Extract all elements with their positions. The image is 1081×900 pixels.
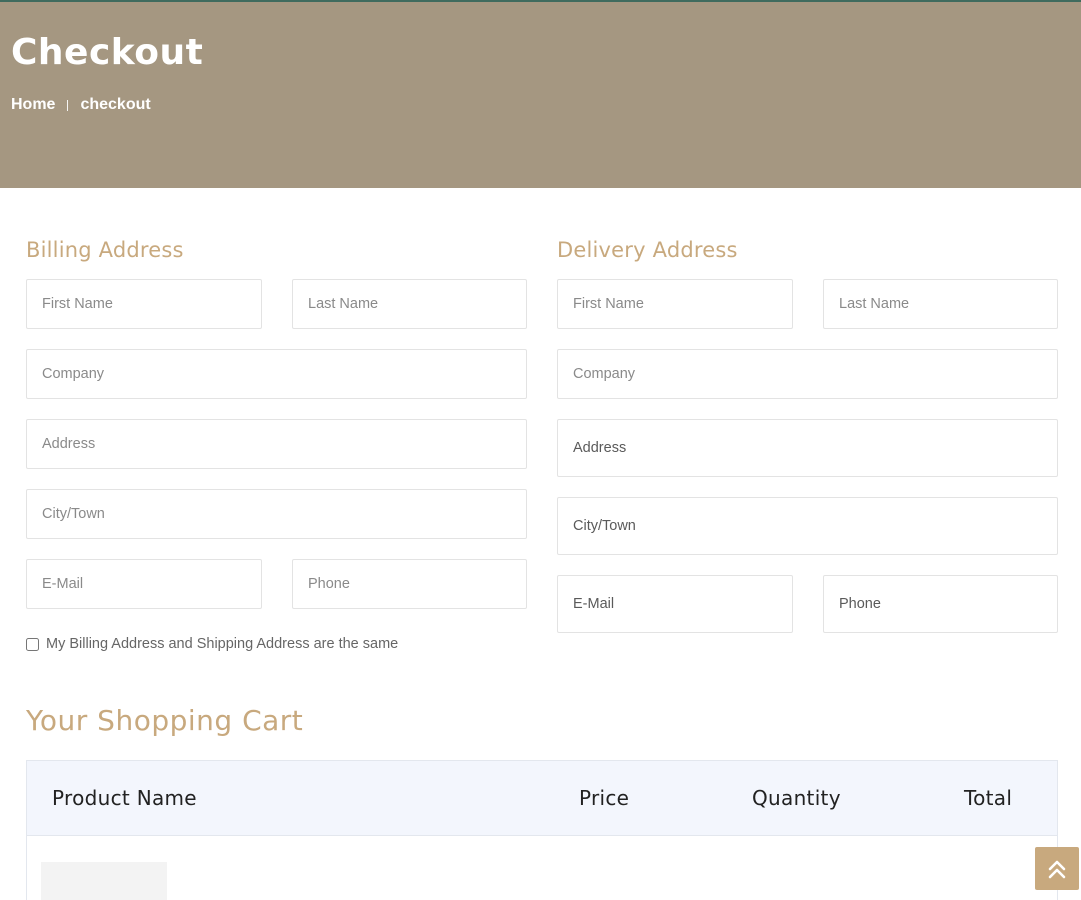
column-header-quantity: Quantity: [752, 786, 841, 810]
delivery-city-input[interactable]: [557, 497, 1058, 555]
delivery-phone-input[interactable]: [823, 575, 1058, 633]
product-thumbnail: [41, 862, 167, 900]
delivery-address-input[interactable]: [557, 419, 1058, 477]
billing-phone-input[interactable]: [292, 559, 527, 609]
column-header-price: Price: [579, 786, 630, 810]
billing-last-name-input[interactable]: [292, 279, 527, 329]
delivery-company-input[interactable]: [557, 349, 1058, 399]
delivery-last-name-input[interactable]: [823, 279, 1058, 329]
same-address-label: My Billing Address and Shipping Address …: [46, 636, 399, 652]
breadcrumb-separator: [67, 99, 69, 111]
breadcrumb-home-link[interactable]: Home: [11, 96, 55, 114]
same-address-checkbox[interactable]: [26, 637, 39, 651]
cart-table-header: Product Name Price Quantity Total: [27, 761, 1057, 836]
cart-table: Product Name Price Quantity Total: [26, 760, 1058, 900]
billing-city-input[interactable]: [26, 489, 527, 539]
delivery-email-input[interactable]: [557, 575, 793, 633]
billing-address-input[interactable]: [26, 419, 527, 469]
billing-email-input[interactable]: [26, 559, 262, 609]
breadcrumb: Home checkout: [11, 96, 151, 114]
scroll-to-top-button[interactable]: [1035, 847, 1079, 890]
billing-address-heading: Billing Address: [26, 238, 184, 262]
billing-company-input[interactable]: [26, 349, 527, 399]
column-header-product-name: Product Name: [52, 786, 197, 810]
breadcrumb-current: checkout: [80, 96, 151, 113]
delivery-address-heading: Delivery Address: [557, 238, 738, 262]
double-chevron-up-icon: [1048, 860, 1066, 878]
shopping-cart-heading: Your Shopping Cart: [26, 704, 304, 737]
delivery-first-name-input[interactable]: [557, 279, 793, 329]
column-header-total: Total: [964, 786, 1013, 810]
page-title: Checkout: [11, 32, 204, 73]
same-address-option[interactable]: My Billing Address and Shipping Address …: [26, 636, 398, 652]
billing-first-name-input[interactable]: [26, 279, 262, 329]
page-header-banner: Checkout Home checkout: [0, 0, 1081, 188]
